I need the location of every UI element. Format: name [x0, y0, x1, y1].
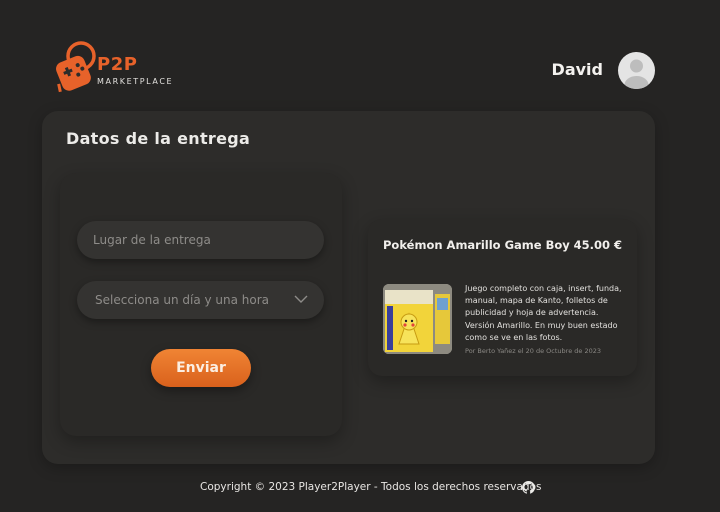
product-image: [383, 284, 452, 354]
location-input[interactable]: [93, 233, 324, 247]
product-price: 45.00 €: [573, 238, 622, 252]
location-field[interactable]: [77, 221, 324, 259]
user-avatar-icon[interactable]: [618, 52, 655, 89]
github-icon[interactable]: [522, 481, 535, 494]
delivery-card: Datos de la entrega Selecciona un día y …: [42, 111, 655, 464]
page-title: Datos de la entrega: [66, 129, 251, 148]
footer-copyright: Copyright © 2023 Player2Player - Todos l…: [200, 481, 542, 493]
submit-button[interactable]: Enviar: [151, 349, 251, 387]
product-title: Pokémon Amarillo Game Boy: [383, 238, 570, 252]
logo-subtext: MARKETPLACE: [97, 77, 174, 86]
logo-text: P2P: [97, 54, 138, 75]
logo[interactable]: P2P MARKETPLACE: [56, 40, 186, 94]
gamepad-icon: [56, 41, 96, 93]
datetime-placeholder: Selecciona un día y una hora: [95, 293, 270, 307]
product-meta: Por Berto Yañez el 20 de Octubre de 2023: [465, 347, 601, 355]
product-description: Juego completo con caja, insert, funda, …: [465, 284, 622, 342]
chevron-down-icon: [294, 295, 308, 303]
delivery-form: Selecciona un día y una hora Enviar: [60, 173, 342, 436]
user-name[interactable]: David: [552, 60, 603, 79]
datetime-select[interactable]: Selecciona un día y una hora: [77, 281, 324, 319]
product-card[interactable]: Pokémon Amarillo Game Boy 45.00 € Juego …: [368, 219, 637, 376]
